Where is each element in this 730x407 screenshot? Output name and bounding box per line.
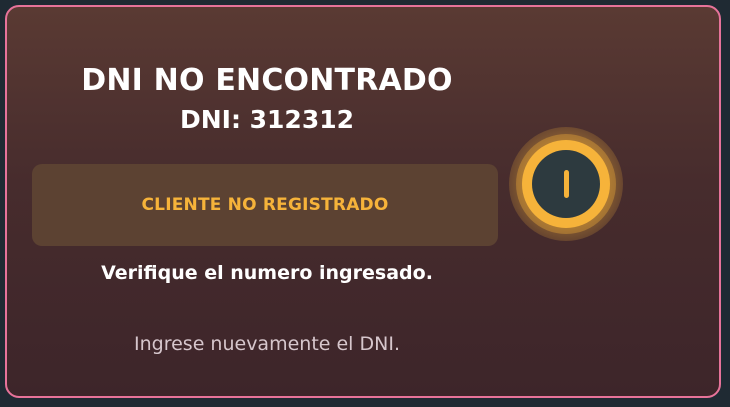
alert-dialog: DNI NO ENCONTRADO DNI: 312312 CLIENTE NO… xyxy=(5,5,721,398)
dni-value: DNI: 312312 xyxy=(179,105,355,134)
dialog-title: DNI NO ENCONTRADO xyxy=(81,63,453,98)
status-box: CLIENTE NO REGISTRADO xyxy=(32,164,498,246)
warning-info-icon xyxy=(509,127,623,241)
icon-ring xyxy=(522,140,610,228)
retry-message: Ingrese nuevamente el DNI. xyxy=(134,333,400,355)
icon-core xyxy=(532,150,600,218)
verify-message: Verifique el numero ingresado. xyxy=(101,262,433,284)
status-label: CLIENTE NO REGISTRADO xyxy=(141,195,389,215)
icon-bar xyxy=(563,170,569,198)
